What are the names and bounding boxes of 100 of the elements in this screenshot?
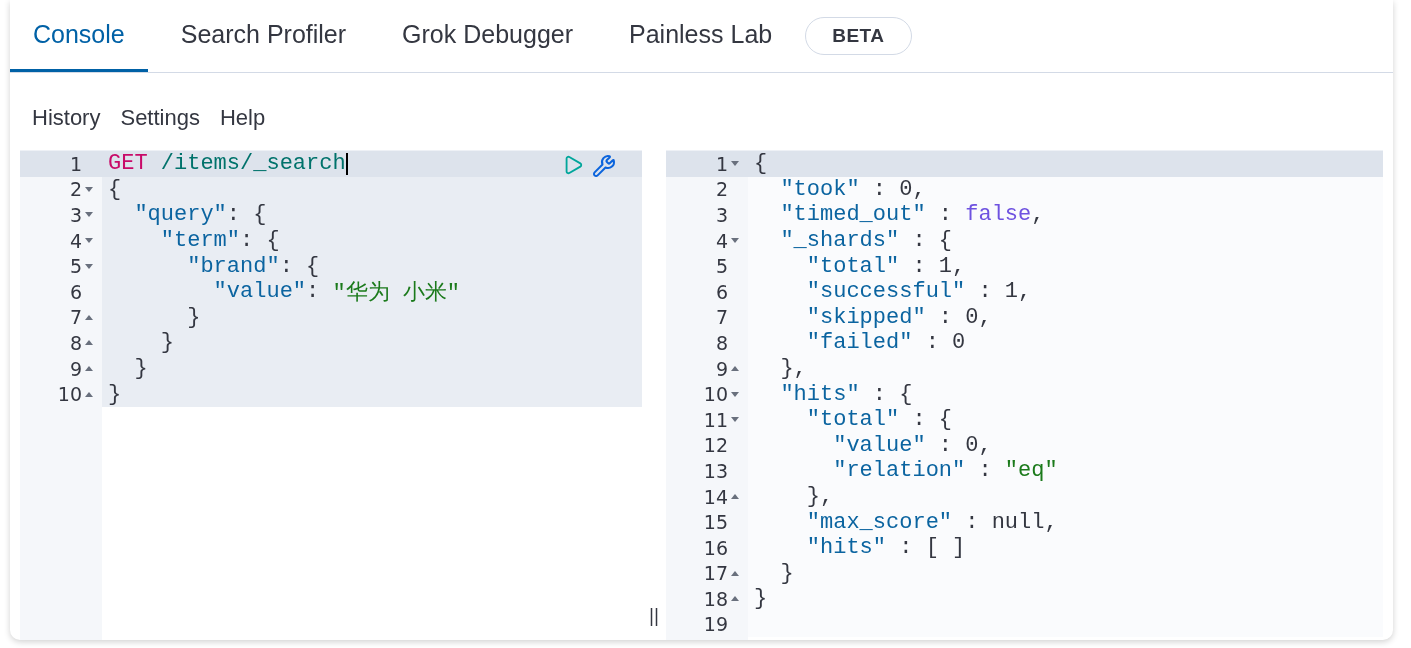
tab[interactable]: Console	[10, 0, 148, 72]
fold-up-icon[interactable]	[85, 340, 93, 346]
code-token: "_shards"	[779, 228, 900, 254]
code-token: : {	[911, 228, 953, 254]
fold-down-icon[interactable]	[731, 417, 739, 423]
wrench-icon[interactable]	[592, 154, 616, 178]
line-number: 18	[703, 587, 728, 610]
line-number: 16	[703, 536, 728, 559]
fold-up-icon[interactable]	[731, 494, 739, 499]
line-number: 4	[69, 229, 82, 252]
code-token: }	[159, 330, 174, 356]
line-number: 15	[703, 511, 728, 534]
line-number: 5	[69, 255, 82, 278]
line-number: 7	[69, 306, 82, 329]
line-number: 4	[715, 229, 728, 252]
fold-down-icon[interactable]	[85, 186, 93, 192]
line-number: 1	[69, 152, 82, 175]
code-token: : [ ]	[898, 535, 966, 561]
line-number: 19	[703, 613, 728, 636]
line-number: 5	[715, 255, 728, 278]
code-token: : 0	[924, 330, 966, 356]
code-token: :	[937, 202, 954, 228]
code-token: : 0,	[937, 304, 992, 330]
line-number: 8	[69, 331, 82, 354]
code-token: : 0,	[937, 432, 992, 458]
code-token: : 1,	[911, 253, 966, 279]
menu-item[interactable]: Help	[213, 103, 274, 133]
fold-up-icon[interactable]	[731, 570, 739, 576]
code-token: "hits"	[779, 381, 860, 407]
code-token: "hits"	[805, 535, 887, 561]
code-token: "value"	[212, 279, 307, 305]
code-token: :	[306, 279, 321, 305]
code-token: : null,	[964, 509, 1058, 535]
fold-up-icon[interactable]	[85, 391, 93, 397]
resize-handle-icon[interactable]	[650, 608, 658, 626]
tab[interactable]: Search Profiler	[157, 0, 370, 72]
code-token: : {	[226, 202, 267, 228]
code-token: "total"	[805, 253, 900, 279]
fold-up-icon[interactable]	[85, 314, 93, 320]
code-token: "total"	[805, 407, 900, 433]
line-number: 14	[703, 485, 728, 508]
code-token: }	[186, 304, 201, 330]
menu-item[interactable]: Settings	[114, 103, 208, 133]
line-number: 13	[703, 459, 728, 482]
fold-down-icon[interactable]	[85, 212, 93, 218]
line-number: 7	[715, 306, 728, 329]
line-number: 9	[69, 357, 82, 380]
fold-down-icon[interactable]	[731, 391, 739, 397]
line-number: 10	[703, 383, 728, 406]
code-token: "relation"	[832, 458, 966, 484]
code-token: : 0,	[871, 176, 926, 202]
code-token: {	[754, 151, 768, 177]
code-token: : {	[279, 253, 320, 279]
line-number: 10	[57, 383, 82, 406]
code-token: : {	[871, 381, 913, 407]
code-token: "successful"	[805, 279, 966, 305]
code-token: "query"	[133, 202, 227, 228]
fold-down-icon[interactable]	[731, 161, 739, 167]
fold-down-icon[interactable]	[85, 238, 93, 244]
code-token: }	[754, 586, 768, 612]
code-token: },	[779, 356, 807, 382]
code-token: }	[108, 381, 122, 407]
request-editor[interactable]: 1 GET /items/_search 2 { 3 "query": { 4 "term": { 5 "brand": { 6 "value": "华为 小米" 7 } 8 } 9 } 10 }	[20, 150, 642, 640]
line-number: 1	[715, 152, 728, 175]
line-number: 11	[703, 408, 728, 431]
text-cursor	[345, 152, 348, 175]
code-token: "brand"	[186, 253, 280, 279]
code-token: },	[805, 484, 834, 509]
code-token: }	[133, 356, 148, 382]
line-number: 17	[703, 562, 728, 585]
tab[interactable]: Painless Lab	[606, 0, 796, 72]
fold-up-icon[interactable]	[731, 596, 739, 602]
code-token: : {	[240, 228, 280, 254]
code-token: "timed_out"	[779, 202, 926, 228]
code-token: /items/_search	[159, 151, 346, 177]
line-number: 6	[715, 280, 728, 303]
code-token: GET	[108, 151, 148, 177]
line-number: 6	[69, 280, 82, 303]
code-token: "took"	[779, 176, 860, 202]
code-token: }	[779, 560, 794, 586]
code-token: "term"	[159, 228, 241, 254]
line-number: 3	[69, 204, 82, 226]
line-number: 9	[715, 357, 728, 380]
line-number: 3	[715, 204, 728, 226]
tab[interactable]: Grok Debugger	[379, 0, 597, 72]
code-token: : {	[911, 407, 953, 433]
menu-item[interactable]: History	[26, 103, 109, 133]
code-token: "failed"	[805, 330, 913, 356]
code-token: "eq"	[1004, 458, 1058, 484]
code-token: "value"	[832, 432, 926, 458]
line-number: 12	[703, 434, 728, 457]
code-token: "max_score"	[805, 509, 953, 535]
code-token: false	[965, 202, 1032, 228]
fold-down-icon[interactable]	[731, 238, 739, 244]
line-number: 2	[69, 178, 82, 201]
fold-up-icon[interactable]	[85, 366, 93, 372]
fold-down-icon[interactable]	[85, 263, 93, 269]
fold-up-icon[interactable]	[731, 366, 739, 372]
line-number: 2	[715, 178, 728, 201]
code-token: : 1,	[977, 279, 1032, 305]
